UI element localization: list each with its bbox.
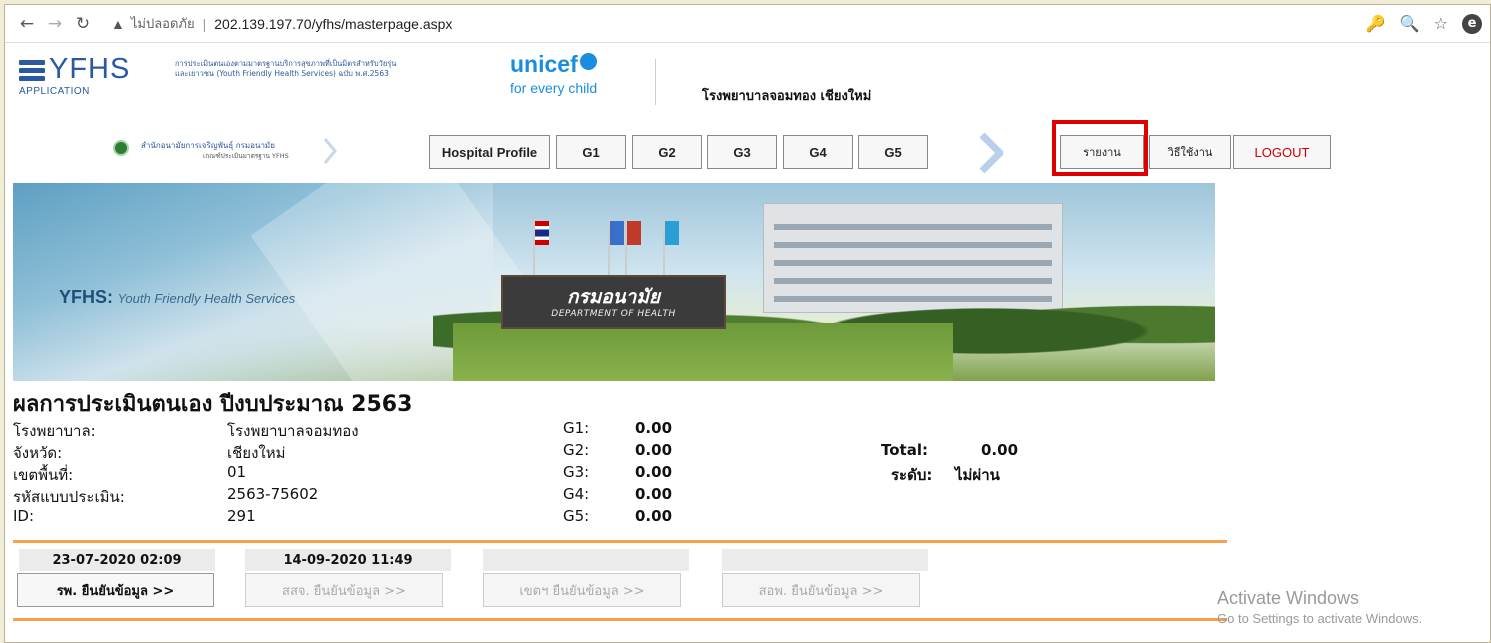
logo-desc-line-2: และเยาวชน (Youth Friendly Health Service… xyxy=(175,69,389,78)
app-frame: ← → ↻ ▲ ไม่ปลอดภัย | 202.139.197.70/yfhs… xyxy=(4,4,1491,643)
flag-icon xyxy=(610,221,624,245)
confirm-province-button[interactable]: สสจ. ยืนยันข้อมูล >> xyxy=(245,573,443,607)
confirm-hospital-button[interactable]: รพ. ยืนยันข้อมูล >> xyxy=(17,573,214,607)
menu-g2[interactable]: G2 xyxy=(632,135,702,169)
report-highlight-box xyxy=(1052,120,1148,176)
url-text: 202.139.197.70/yfhs/masterpage.aspx xyxy=(214,15,453,32)
logo-description: การประเมินตนเองตามมาตรฐานบริการสุขภาพที่… xyxy=(175,59,495,79)
unicef-tagline: for every child xyxy=(510,80,598,96)
confirm-region-button[interactable]: เขตฯ ยืนยันข้อมูล >> xyxy=(483,573,681,607)
hospital-title: โรงพยาบาลจอมทอง เชียงใหม่ xyxy=(702,89,872,104)
tagline-bold: YFHS: xyxy=(59,287,113,307)
banner-lawn xyxy=(453,323,953,381)
total-value: 0.00 xyxy=(981,441,1019,459)
menu-g1[interactable]: G1 xyxy=(556,135,626,169)
sign-thai-text: กรมอนามัย xyxy=(567,286,660,308)
menu-hospital-profile[interactable]: Hospital Profile xyxy=(429,135,550,169)
score-value: 0.00 xyxy=(635,419,673,437)
logo-lines-icon xyxy=(19,60,45,84)
field-value: เชียงใหม่ xyxy=(227,444,286,462)
field-value: 291 xyxy=(227,507,256,525)
total-label: Total: xyxy=(881,441,928,459)
browser-toolbar: ← → ↻ ▲ ไม่ปลอดภัย | 202.139.197.70/yfhs… xyxy=(5,5,1490,43)
confirm-date xyxy=(722,549,928,571)
zoom-icon[interactable]: 🔍 xyxy=(1400,14,1420,33)
flag-icon xyxy=(665,221,679,245)
score-label: G3: xyxy=(563,463,590,481)
menu-g5[interactable]: G5 xyxy=(858,135,928,169)
score-value: 0.00 xyxy=(635,507,673,525)
department-sign: กรมอนามัย DEPARTMENT OF HEALTH xyxy=(501,275,726,329)
score-value: 0.00 xyxy=(635,485,673,503)
confirm-date: 23-07-2020 02:09 xyxy=(19,549,215,571)
department-logo: สำนักอนามัยการเจริญพันธุ์ กรมอนามัย เกณฑ… xyxy=(113,138,343,164)
field-value: 01 xyxy=(227,463,247,481)
security-label: ไม่ปลอดภัย xyxy=(130,16,195,31)
logout-button[interactable]: LOGOUT xyxy=(1233,135,1331,169)
field-label: ID: xyxy=(13,507,35,525)
header-divider xyxy=(655,59,656,105)
score-label: G2: xyxy=(563,441,590,459)
confirm-date xyxy=(483,549,689,571)
menu-g3[interactable]: G3 xyxy=(707,135,777,169)
field-label: โรงพยาบาล: xyxy=(13,422,96,440)
address-separator: | xyxy=(202,15,207,32)
forward-icon[interactable]: → xyxy=(41,10,69,38)
score-label: G5: xyxy=(563,507,590,525)
flag-icon xyxy=(627,221,641,245)
yfhs-logo[interactable]: YFHS APPLICATION xyxy=(19,53,169,101)
sign-english-text: DEPARTMENT OF HEALTH xyxy=(551,309,676,319)
profile-avatar[interactable]: e xyxy=(1462,13,1482,34)
thai-flag-icon xyxy=(535,221,549,245)
unicef-word: unicef xyxy=(510,51,578,77)
score-label: G1: xyxy=(563,419,590,437)
tagline-rest: Youth Friendly Health Services xyxy=(117,291,296,306)
header-banner: กรมอนามัย DEPARTMENT OF HEALTH YFHS: You… xyxy=(13,183,1215,381)
divider-top xyxy=(13,540,1227,543)
level-value: ไม่ผ่าน xyxy=(955,466,1000,484)
summary-title: ผลการประเมินตนเอง ปีงบประมาณ 2563 xyxy=(13,392,413,417)
banner-tagline: YFHS: Youth Friendly Health Services xyxy=(59,287,295,308)
field-label: จังหวัด: xyxy=(13,444,63,462)
level-label: ระดับ: xyxy=(891,466,933,484)
score-value: 0.00 xyxy=(635,463,673,481)
logo-desc-line-1: การประเมินตนเองตามมาตรฐานบริการสุขภาพที่… xyxy=(175,59,397,68)
confirm-date: 14-09-2020 11:49 xyxy=(245,549,451,571)
field-value: โรงพยาบาลจอมทอง xyxy=(227,422,359,440)
watermark-line-1: Activate Windows xyxy=(1217,588,1360,608)
chevron-right-icon xyxy=(979,133,1004,173)
department-emblem-icon xyxy=(113,140,129,156)
department-subtitle: เกณฑ์ประเมินมาตรฐาน YFHS xyxy=(203,152,289,160)
score-value: 0.00 xyxy=(635,441,673,459)
menu-g4[interactable]: G4 xyxy=(783,135,853,169)
browser-actions: 🔑 🔍 ☆ e xyxy=(1366,13,1490,34)
field-value: 2563-75602 xyxy=(227,485,319,503)
address-bar[interactable]: ▲ ไม่ปลอดภัย | 202.139.197.70/yfhs/maste… xyxy=(111,13,452,34)
unicef-logo: unicef for every child xyxy=(510,51,650,101)
chevron-right-icon xyxy=(323,138,337,164)
logo-word: YFHS xyxy=(49,53,131,85)
unicef-globe-icon xyxy=(579,53,597,70)
logo-subtitle: APPLICATION xyxy=(19,86,90,97)
field-label: เขตพื้นที่: xyxy=(13,466,74,484)
watermark-line-2: Go to Settings to activate Windows. xyxy=(1217,611,1423,626)
warning-icon: ▲ xyxy=(111,15,125,32)
field-label: รหัสแบบประเมิน: xyxy=(13,488,125,506)
score-label: G4: xyxy=(563,485,590,503)
divider-bottom xyxy=(13,618,1227,621)
menu-manual[interactable]: วิธีใช้งาน xyxy=(1149,135,1231,169)
star-icon[interactable]: ☆ xyxy=(1434,14,1448,33)
reload-icon[interactable]: ↻ xyxy=(69,10,97,38)
key-icon[interactable]: 🔑 xyxy=(1366,14,1386,33)
confirm-department-button[interactable]: สอพ. ยืนยันข้อมูล >> xyxy=(722,573,920,607)
windows-activation-watermark: Activate Windows Go to Settings to activ… xyxy=(1217,588,1422,626)
back-icon[interactable]: ← xyxy=(13,10,41,38)
